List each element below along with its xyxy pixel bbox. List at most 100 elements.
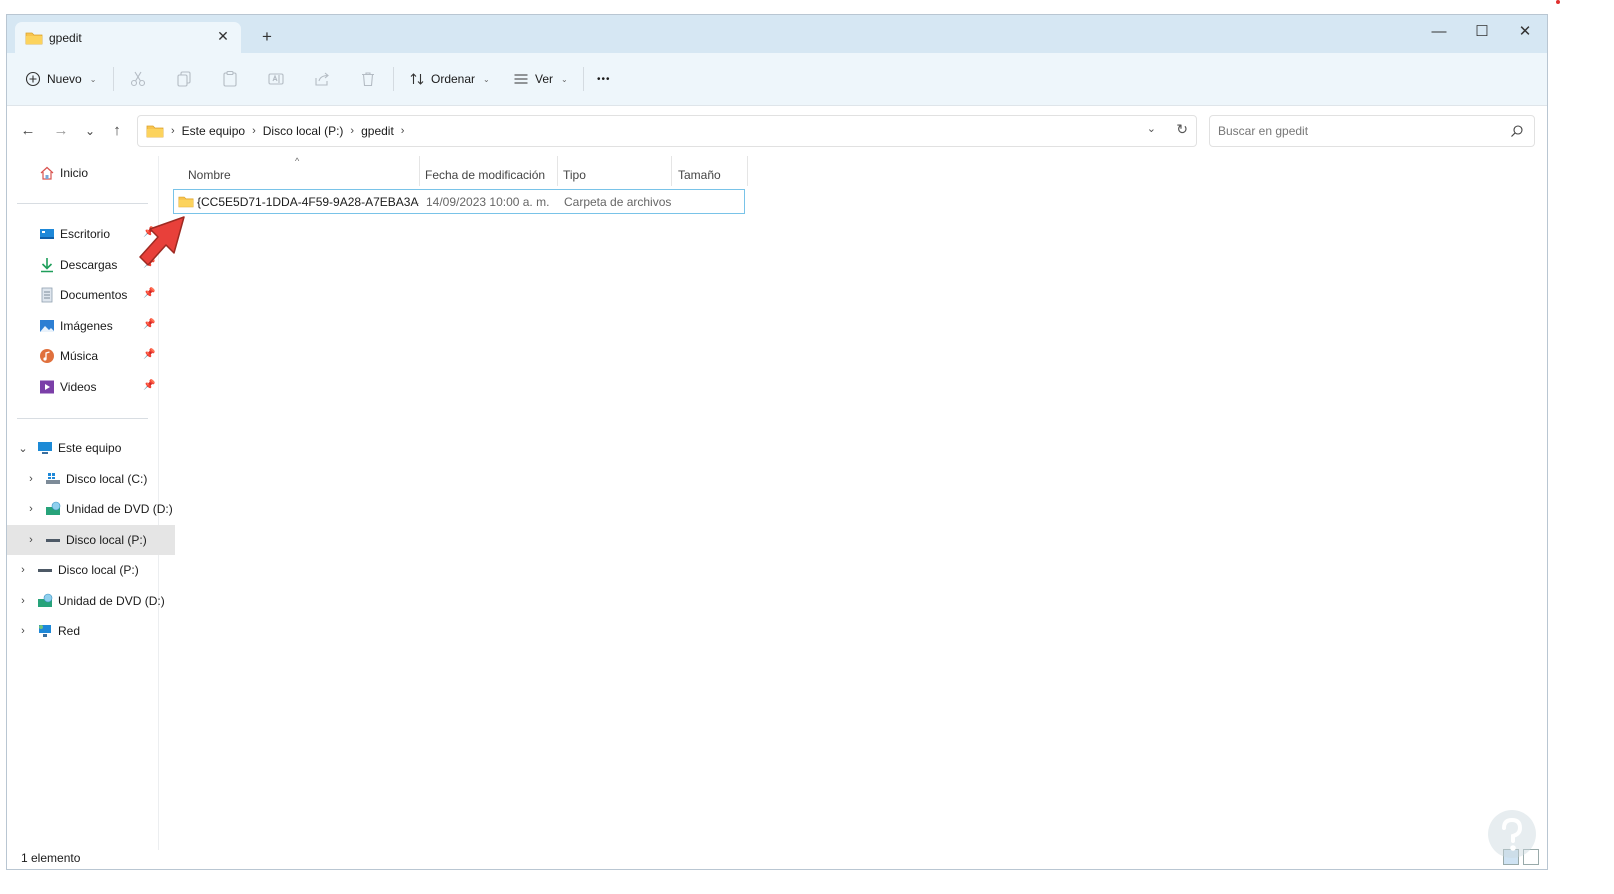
breadcrumb-este-equipo[interactable]: Este equipo bbox=[182, 124, 245, 138]
chevron-right-icon[interactable]: › bbox=[25, 534, 37, 546]
pin-icon[interactable]: 📌 bbox=[143, 380, 155, 391]
breadcrumb-gpedit[interactable]: gpedit bbox=[361, 124, 394, 138]
breadcrumb-separator[interactable]: › bbox=[171, 125, 175, 137]
rename-icon[interactable] bbox=[267, 70, 285, 88]
pictures-icon bbox=[40, 320, 54, 332]
paste-icon[interactable] bbox=[221, 70, 239, 88]
search-icon bbox=[1511, 125, 1523, 137]
corner-dot bbox=[1556, 0, 1560, 4]
sidebar-item-label: Descargas bbox=[60, 258, 118, 272]
column-divider[interactable] bbox=[557, 156, 558, 186]
search-input[interactable]: Buscar en gpedit bbox=[1209, 115, 1535, 147]
address-bar[interactable]: › Este equipo › Disco local (P:) › gpedi… bbox=[137, 115, 1197, 147]
column-divider[interactable] bbox=[747, 156, 748, 186]
copy-icon[interactable] bbox=[175, 70, 193, 88]
file-type: Carpeta de archivos bbox=[564, 195, 672, 209]
refresh-button[interactable]: ↻ bbox=[1176, 121, 1188, 138]
breadcrumb-disco-local-p[interactable]: Disco local (P:) bbox=[263, 124, 344, 138]
close-window-button[interactable]: ✕ bbox=[1505, 18, 1545, 46]
folder-icon bbox=[146, 125, 164, 138]
sort-button[interactable]: Ordenar ⌄ bbox=[409, 53, 490, 105]
new-label: Nuevo bbox=[47, 72, 82, 86]
view-list-icon bbox=[514, 74, 528, 84]
annotation-arrow-icon bbox=[139, 216, 185, 266]
sidebar-item-disco-local-p-selected[interactable]: › Disco local (P:) bbox=[7, 525, 175, 555]
table-row[interactable]: {CC5E5D71-1DDA-4F59-9A28-A7EBA3A4... 14/… bbox=[173, 189, 745, 214]
chevron-right-icon[interactable]: › bbox=[25, 473, 37, 485]
column-divider[interactable] bbox=[671, 156, 672, 186]
command-bar: Nuevo ⌄ Ordenar ⌄ Ver ⌄ ••• bbox=[7, 53, 1547, 106]
home-icon bbox=[40, 166, 54, 180]
videos-icon bbox=[40, 380, 54, 394]
sidebar-divider bbox=[17, 418, 148, 419]
tab-gpedit[interactable]: gpedit ✕ bbox=[15, 22, 241, 53]
drive-icon bbox=[38, 569, 52, 572]
column-header-modified[interactable]: Fecha de modificación bbox=[425, 164, 545, 186]
column-header-size[interactable]: Tamaño bbox=[678, 164, 721, 186]
up-button[interactable]: ↑ bbox=[108, 122, 126, 140]
chevron-right-icon[interactable]: › bbox=[17, 564, 29, 576]
chevron-down-icon[interactable]: ⌄ bbox=[17, 442, 29, 455]
computer-icon bbox=[38, 442, 52, 454]
breadcrumb-separator[interactable]: › bbox=[350, 125, 354, 137]
view-button[interactable]: Ver ⌄ bbox=[513, 53, 568, 105]
sidebar-item-unidad-dvd-d[interactable]: › Unidad de DVD (D:) bbox=[7, 494, 175, 524]
dvd-drive-icon bbox=[38, 593, 53, 607]
view-label: Ver bbox=[535, 72, 554, 86]
sidebar-item-label: Videos bbox=[60, 380, 97, 394]
sidebar-item-disco-local-c[interactable]: › Disco local (C:) bbox=[7, 464, 175, 494]
documents-icon bbox=[41, 287, 53, 303]
breadcrumb-separator[interactable]: › bbox=[252, 125, 256, 137]
title-bar: gpedit ✕ + — ☐ ✕ bbox=[7, 15, 1547, 53]
sidebar-divider bbox=[17, 203, 148, 204]
delete-icon[interactable] bbox=[359, 70, 377, 88]
item-count: 1 elemento bbox=[21, 851, 81, 865]
downloads-icon bbox=[41, 258, 53, 273]
back-button[interactable]: ← bbox=[19, 122, 37, 140]
column-divider[interactable] bbox=[419, 156, 420, 186]
breadcrumb: › Este equipo › Disco local (P:) › gpedi… bbox=[146, 116, 404, 146]
sidebar-item-label: Red bbox=[58, 624, 81, 638]
more-icon: ••• bbox=[597, 73, 611, 85]
sidebar-item-red[interactable]: › Red bbox=[7, 616, 167, 646]
chevron-down-icon: ⌄ bbox=[89, 74, 97, 84]
chevron-right-icon[interactable]: › bbox=[25, 503, 37, 515]
sidebar-item-label: Escritorio bbox=[60, 227, 111, 241]
recent-locations-button[interactable]: ⌄ bbox=[81, 122, 99, 140]
share-icon[interactable] bbox=[313, 70, 331, 88]
new-button[interactable]: Nuevo ⌄ bbox=[25, 53, 96, 105]
forward-button[interactable]: → bbox=[52, 122, 70, 140]
cut-icon[interactable] bbox=[129, 70, 147, 88]
sidebar-item-label: Disco local (C:) bbox=[66, 472, 148, 486]
chevron-right-icon[interactable]: › bbox=[17, 625, 29, 637]
folder-icon bbox=[25, 32, 43, 45]
breadcrumb-separator[interactable]: › bbox=[401, 125, 405, 137]
chevron-down-icon: ⌄ bbox=[483, 74, 490, 84]
column-header-type[interactable]: Tipo bbox=[563, 164, 586, 186]
new-tab-button[interactable]: + bbox=[257, 27, 277, 47]
dvd-drive-icon bbox=[46, 501, 61, 515]
pin-icon[interactable]: 📌 bbox=[143, 319, 155, 330]
more-options-button[interactable]: ••• bbox=[597, 53, 611, 105]
file-modified: 14/09/2023 10:00 a. m. bbox=[426, 195, 550, 209]
pin-icon[interactable]: 📌 bbox=[143, 349, 155, 360]
sidebar-item-label: Música bbox=[60, 349, 99, 363]
maximize-button[interactable]: ☐ bbox=[1462, 18, 1502, 46]
column-header-name[interactable]: Nombre bbox=[188, 164, 231, 186]
minimize-button[interactable]: — bbox=[1419, 18, 1459, 46]
chevron-right-icon[interactable]: › bbox=[17, 595, 29, 607]
address-history-dropdown[interactable]: ⌄ bbox=[1147, 122, 1156, 135]
sidebar-item-unidad-dvd-d-root[interactable]: › Unidad de DVD (D:) bbox=[7, 586, 167, 616]
close-tab-button[interactable]: ✕ bbox=[213, 26, 233, 46]
drive-icon bbox=[46, 539, 60, 542]
watermark-logo bbox=[1488, 810, 1536, 858]
sidebar-item-este-equipo[interactable]: ⌄ Este equipo bbox=[7, 433, 167, 463]
file-name[interactable]: {CC5E5D71-1DDA-4F59-9A28-A7EBA3A4... bbox=[197, 195, 419, 209]
tab-title: gpedit bbox=[49, 31, 82, 45]
chevron-down-icon: ⌄ bbox=[561, 74, 568, 84]
desktop-icon bbox=[40, 229, 54, 239]
search-placeholder: Buscar en gpedit bbox=[1218, 124, 1309, 138]
sidebar-item-label: Inicio bbox=[60, 166, 89, 180]
pin-icon[interactable]: 📌 bbox=[143, 288, 155, 299]
sidebar-item-disco-local-p[interactable]: › Disco local (P:) bbox=[7, 555, 167, 585]
